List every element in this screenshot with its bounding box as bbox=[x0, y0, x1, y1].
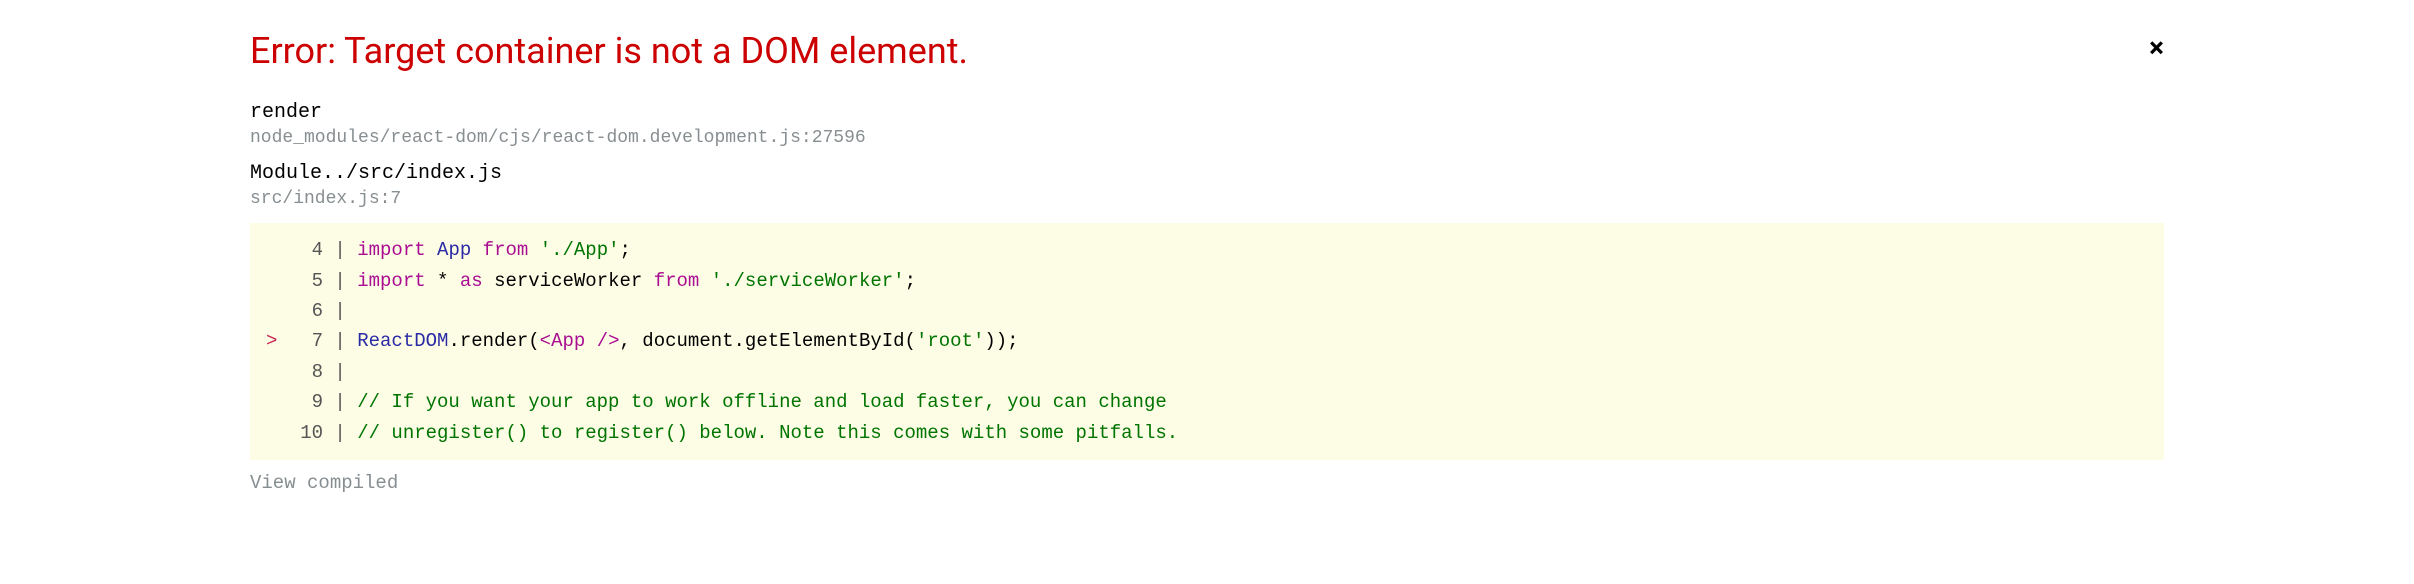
code-line: 6 | bbox=[266, 296, 2148, 326]
frame-location: src/index.js:7 bbox=[250, 189, 2164, 209]
code-line: 4 | import App from './App'; bbox=[266, 235, 2148, 265]
frame-location: node_modules/react-dom/cjs/react-dom.dev… bbox=[250, 128, 2164, 148]
code-line: 9 | // If you want your app to work offl… bbox=[266, 387, 2148, 417]
code-line: 5 | import * as serviceWorker from './se… bbox=[266, 266, 2148, 296]
close-icon[interactable]: × bbox=[2149, 34, 2164, 62]
error-header: Error: Target container is not a DOM ele… bbox=[250, 30, 2164, 73]
stack-frame-1: Module../src/index.js src/index.js:7 bbox=[250, 162, 2164, 209]
stack-frame-0: render node_modules/react-dom/cjs/react-… bbox=[250, 101, 2164, 148]
code-line: 8 | bbox=[266, 357, 2148, 387]
code-frame: 4 | import App from './App'; 5 | import … bbox=[250, 223, 2164, 460]
frame-function: Module../src/index.js bbox=[250, 162, 2164, 185]
code-line: 10 | // unregister() to register() below… bbox=[266, 418, 2148, 448]
error-title: Error: Target container is not a DOM ele… bbox=[250, 30, 968, 73]
code-line: > 7 | ReactDOM.render(<App />, document.… bbox=[266, 326, 2148, 356]
view-compiled-link[interactable]: View compiled bbox=[250, 472, 2164, 494]
frame-function: render bbox=[250, 101, 2164, 124]
